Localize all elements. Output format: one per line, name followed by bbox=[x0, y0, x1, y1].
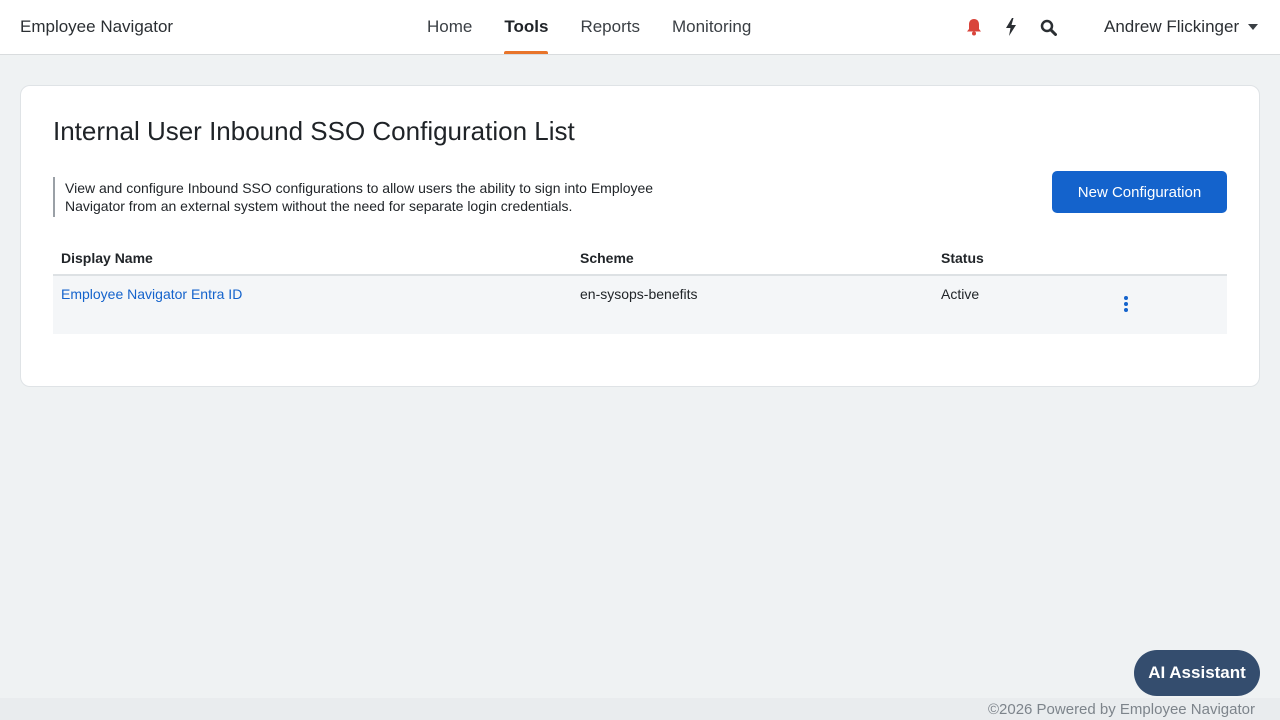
header-actions bbox=[1107, 241, 1227, 276]
nav-tools[interactable]: Tools bbox=[504, 0, 549, 54]
nav-home[interactable]: Home bbox=[427, 0, 472, 54]
top-navbar: Employee Navigator Home Tools Reports Mo… bbox=[0, 0, 1280, 55]
nav-reports[interactable]: Reports bbox=[580, 0, 640, 54]
new-configuration-button[interactable]: New Configuration bbox=[1052, 171, 1227, 213]
table-row: Employee Navigator Entra ID en-sysops-be… bbox=[53, 275, 1227, 334]
cell-display-name: Employee Navigator Entra ID bbox=[53, 275, 572, 334]
table-header-row: Display Name Scheme Status bbox=[53, 241, 1227, 276]
nav-monitoring[interactable]: Monitoring bbox=[672, 0, 751, 54]
brand-name[interactable]: Employee Navigator bbox=[20, 17, 173, 37]
footer: ©2026 Powered by Employee Navigator bbox=[0, 698, 1280, 720]
header-display-name[interactable]: Display Name bbox=[53, 241, 572, 276]
content-card: Internal User Inbound SSO Configuration … bbox=[20, 85, 1260, 387]
search-icon[interactable] bbox=[1036, 16, 1060, 38]
cell-status: Active bbox=[933, 275, 1107, 334]
cell-actions bbox=[1107, 275, 1227, 334]
cell-scheme: en-sysops-benefits bbox=[572, 275, 933, 334]
user-menu[interactable]: Andrew Flickinger bbox=[1104, 17, 1259, 37]
nav-icon-group bbox=[962, 16, 1073, 38]
sso-config-table: Display Name Scheme Status Employee Navi… bbox=[53, 241, 1227, 334]
header-status[interactable]: Status bbox=[933, 241, 1107, 276]
chevron-down-icon bbox=[1248, 24, 1259, 30]
more-options-icon[interactable] bbox=[1123, 296, 1129, 314]
user-name: Andrew Flickinger bbox=[1104, 17, 1240, 36]
page-title: Internal User Inbound SSO Configuration … bbox=[53, 116, 575, 146]
lightning-icon[interactable] bbox=[999, 16, 1023, 38]
config-name-link[interactable]: Employee Navigator Entra ID bbox=[61, 286, 242, 302]
bell-icon[interactable] bbox=[962, 16, 986, 38]
ai-assistant-button[interactable]: AI Assistant bbox=[1134, 650, 1260, 696]
header-scheme[interactable]: Scheme bbox=[572, 241, 933, 276]
page-description: View and configure Inbound SSO configura… bbox=[53, 177, 713, 217]
copyright-text: ©2026 Powered by Employee Navigator bbox=[987, 701, 1255, 718]
main-nav: Home Tools Reports Monitoring bbox=[427, 0, 783, 54]
